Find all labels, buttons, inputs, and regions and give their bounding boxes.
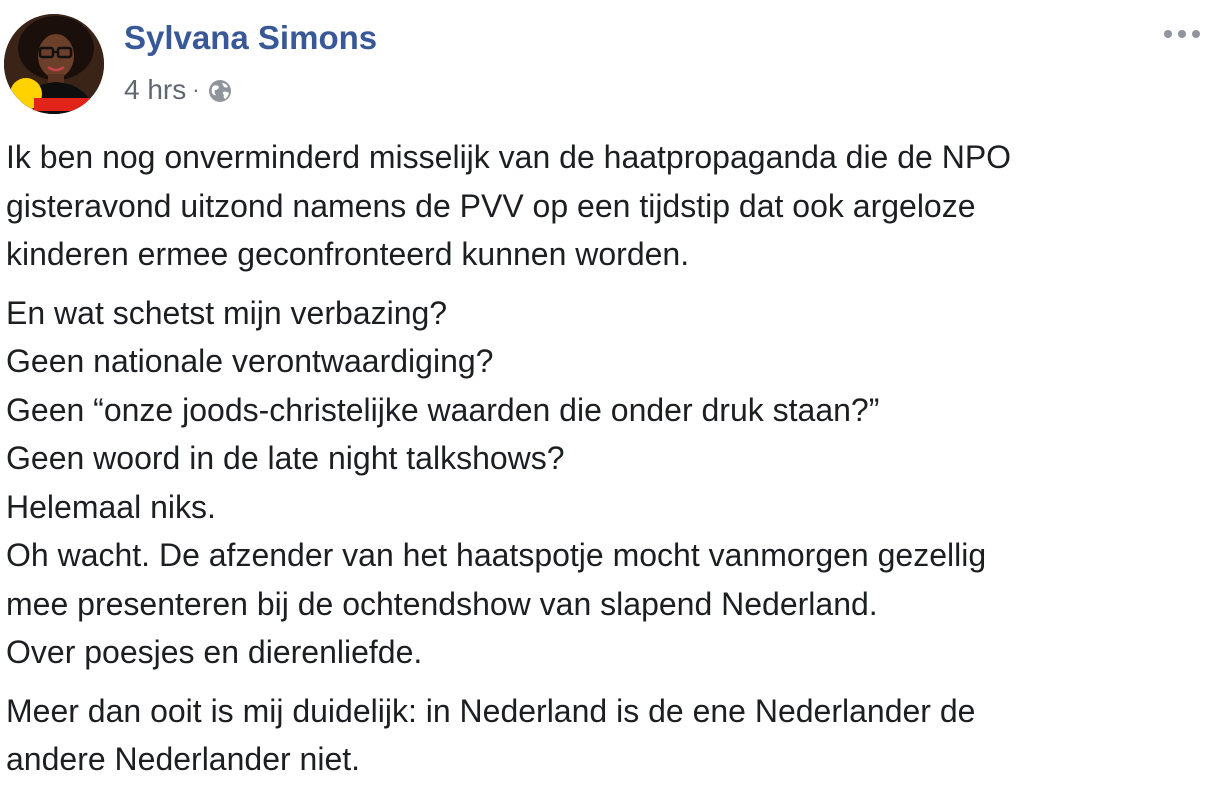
globe-icon[interactable] xyxy=(206,77,234,105)
post-line: Oh wacht. De afzender van het haatspotje… xyxy=(6,537,987,573)
avatar-image xyxy=(4,14,104,114)
post-paragraph: Ik ben nog onverminderd misselijk van de… xyxy=(6,133,1206,279)
post-line: Over poesjes en dierenliefde. xyxy=(6,634,423,670)
post-line: gisteravond uitzond namens de PVV op een… xyxy=(6,187,976,224)
avatar[interactable] xyxy=(4,14,104,114)
author-name-link[interactable]: Sylvana Simons xyxy=(124,18,377,58)
post-line: kinderen ermee geconfronteerd kunnen wor… xyxy=(6,236,690,272)
post-line: Geen nationale verontwaardiging? xyxy=(6,343,494,379)
post-line: Geen woord in de late night talkshows? xyxy=(6,440,565,476)
post-meta: 4 hrs · xyxy=(124,72,234,108)
post-line: andere Nederlander niet. xyxy=(6,741,361,777)
post-body: Ik ben nog onverminderd misselijk van de… xyxy=(6,133,1206,784)
post-line: Helemaal niks. xyxy=(6,488,216,525)
post-paragraph: Meer dan ooit is mij duidelijk: in Neder… xyxy=(6,687,1206,784)
post-line: Geen “onze joods-christelijke waarden di… xyxy=(6,391,880,428)
post-line: Ik ben nog onverminderd misselijk van de… xyxy=(6,139,1012,175)
post-timestamp[interactable]: 4 hrs xyxy=(124,74,186,106)
more-options-icon[interactable] xyxy=(1160,22,1204,46)
post-paragraph: En wat schetst mijn verbazing? Geen nati… xyxy=(6,289,1206,677)
post-header: Sylvana Simons 4 hrs · xyxy=(0,0,1212,118)
post-line: En wat schetst mijn verbazing? xyxy=(6,294,448,331)
meta-separator: · xyxy=(192,77,200,102)
facebook-post: Sylvana Simons 4 hrs · Ik ben nog onverm… xyxy=(0,0,1212,786)
post-line: Meer dan ooit is mij duidelijk: in Neder… xyxy=(6,692,976,729)
post-line: mee presenteren bij de ochtendshow van s… xyxy=(6,585,878,622)
